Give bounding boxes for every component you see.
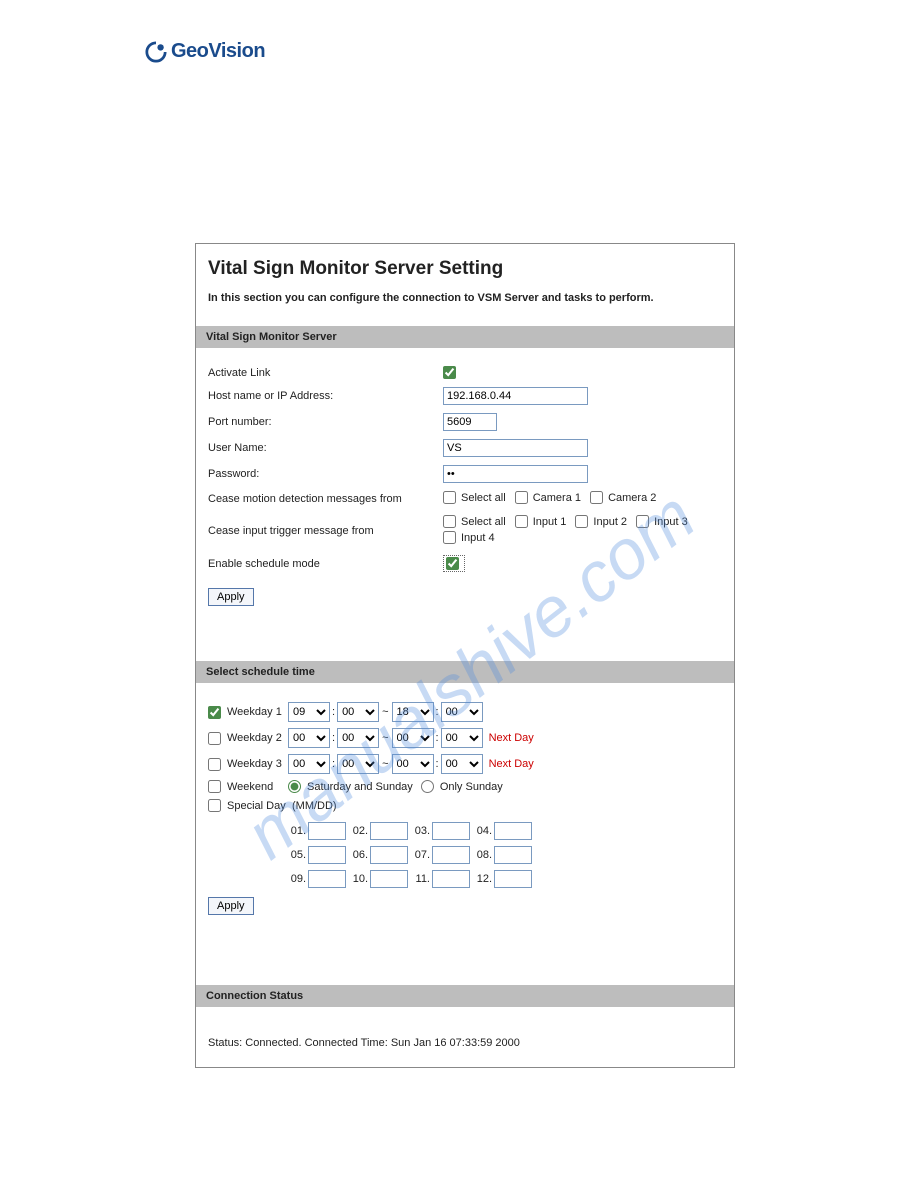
weekday3-h1[interactable]: 00 xyxy=(288,754,330,774)
port-input[interactable] xyxy=(443,413,497,431)
brand-logo: GeoVision xyxy=(145,40,918,63)
weekday1-label[interactable]: Weekday 1 xyxy=(208,706,288,719)
motion-camera2[interactable]: Camera 2 xyxy=(590,491,656,504)
logo-mark-icon xyxy=(145,41,167,63)
weekday1-checkbox[interactable] xyxy=(208,706,221,719)
weekday1-m1[interactable]: 00 xyxy=(337,702,379,722)
motion-camera1-checkbox[interactable] xyxy=(515,491,528,504)
weekend-label[interactable]: Weekend xyxy=(208,780,288,793)
weekday2-h1[interactable]: 00 xyxy=(288,728,330,748)
host-input[interactable] xyxy=(443,387,588,405)
weekday3-m2[interactable]: 00 xyxy=(441,754,483,774)
mmdd-label: (MM/DD) xyxy=(292,800,337,812)
sp-08[interactable] xyxy=(494,846,532,864)
input-4[interactable]: Input 4 xyxy=(443,531,495,544)
sp-11[interactable] xyxy=(432,870,470,888)
section-header-server: Vital Sign Monitor Server xyxy=(196,326,734,348)
user-input[interactable] xyxy=(443,439,588,457)
weekday3-checkbox[interactable] xyxy=(208,758,221,771)
weekday3-nextday: Next Day xyxy=(489,758,534,770)
motion-selectall-checkbox[interactable] xyxy=(443,491,456,504)
weekend-satsun[interactable]: Saturday and Sunday xyxy=(288,780,413,793)
weekday2-label[interactable]: Weekday 2 xyxy=(208,732,288,745)
sp-05[interactable] xyxy=(308,846,346,864)
input-2[interactable]: Input 2 xyxy=(575,515,627,528)
weekday2-nextday: Next Day xyxy=(489,732,534,744)
special-day-grid: 01. 02. 03. 04. 05. 06. 07. 08. 09. 10. xyxy=(288,815,722,891)
apply-button-schedule[interactable]: Apply xyxy=(208,897,254,915)
page-subtitle: In this section you can configure the co… xyxy=(208,292,722,304)
enable-schedule-focus xyxy=(443,555,465,572)
input-selectall-checkbox[interactable] xyxy=(443,515,456,528)
specialday-label[interactable]: Special Day xyxy=(208,799,288,812)
weekend-satsun-radio[interactable] xyxy=(288,780,301,793)
password-input[interactable] xyxy=(443,465,588,483)
input-selectall[interactable]: Select all xyxy=(443,515,506,528)
section-header-connection: Connection Status xyxy=(196,985,734,1007)
weekday3-m1[interactable]: 00 xyxy=(337,754,379,774)
sp-10[interactable] xyxy=(370,870,408,888)
sp-02[interactable] xyxy=(370,822,408,840)
input-3[interactable]: Input 3 xyxy=(636,515,688,528)
password-label: Password: xyxy=(208,468,443,480)
host-label: Host name or IP Address: xyxy=(208,390,443,402)
sp-03[interactable] xyxy=(432,822,470,840)
connection-status-text: Status: Connected. Connected Time: Sun J… xyxy=(208,1037,520,1049)
weekday3-label[interactable]: Weekday 3 xyxy=(208,758,288,771)
input-3-checkbox[interactable] xyxy=(636,515,649,528)
weekday1-m2[interactable]: 00 xyxy=(441,702,483,722)
input-2-checkbox[interactable] xyxy=(575,515,588,528)
weekday1-h2[interactable]: 18 xyxy=(392,702,434,722)
weekend-onlysun-radio[interactable] xyxy=(421,780,434,793)
weekday2-m2[interactable]: 00 xyxy=(441,728,483,748)
port-label: Port number: xyxy=(208,416,443,428)
weekday1-h1[interactable]: 09 xyxy=(288,702,330,722)
activate-link-label: Activate Link xyxy=(208,367,443,379)
weekend-onlysun[interactable]: Only Sunday xyxy=(421,780,503,793)
sp-07[interactable] xyxy=(432,846,470,864)
brand-name: GeoVision xyxy=(171,40,265,63)
weekday2-m1[interactable]: 00 xyxy=(337,728,379,748)
input-4-checkbox[interactable] xyxy=(443,531,456,544)
weekday2-checkbox[interactable] xyxy=(208,732,221,745)
weekday3-h2[interactable]: 00 xyxy=(392,754,434,774)
user-label: User Name: xyxy=(208,442,443,454)
sp-06[interactable] xyxy=(370,846,408,864)
motion-selectall[interactable]: Select all xyxy=(443,491,506,504)
section-header-schedule: Select schedule time xyxy=(196,661,734,683)
sp-04[interactable] xyxy=(494,822,532,840)
input-1-checkbox[interactable] xyxy=(515,515,528,528)
sp-12[interactable] xyxy=(494,870,532,888)
page-title: Vital Sign Monitor Server Setting xyxy=(208,258,722,280)
motion-camera2-checkbox[interactable] xyxy=(590,491,603,504)
enable-schedule-checkbox[interactable] xyxy=(446,557,459,570)
cease-motion-label: Cease motion detection messages from xyxy=(208,493,443,505)
apply-button-server[interactable]: Apply xyxy=(208,588,254,606)
sp-01[interactable] xyxy=(308,822,346,840)
activate-link-checkbox[interactable] xyxy=(443,366,456,379)
sp-09[interactable] xyxy=(308,870,346,888)
settings-panel: manualshive.com Vital Sign Monitor Serve… xyxy=(195,243,735,1068)
motion-camera1[interactable]: Camera 1 xyxy=(515,491,581,504)
cease-input-label: Cease input trigger message from xyxy=(208,525,443,537)
input-1[interactable]: Input 1 xyxy=(515,515,567,528)
specialday-checkbox[interactable] xyxy=(208,799,221,812)
enable-schedule-label: Enable schedule mode xyxy=(208,558,443,570)
weekday2-h2[interactable]: 00 xyxy=(392,728,434,748)
weekend-checkbox[interactable] xyxy=(208,780,221,793)
